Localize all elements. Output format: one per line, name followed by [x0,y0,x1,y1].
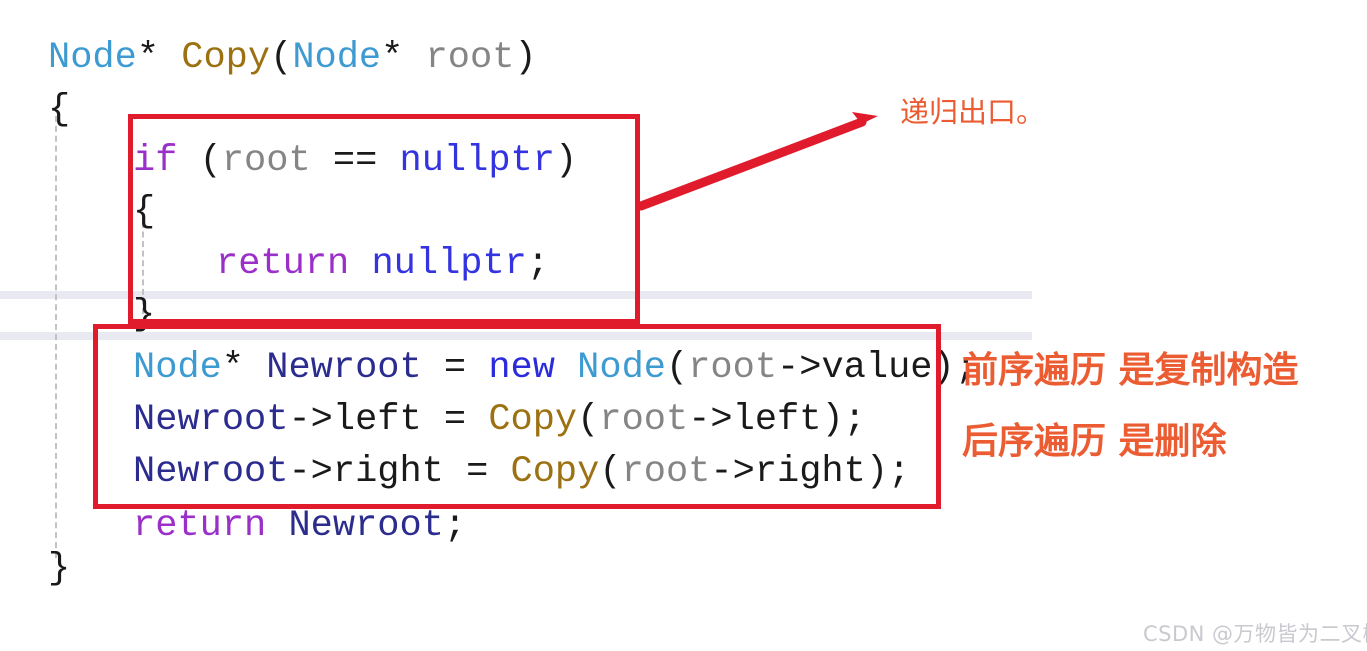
postorder-note: 后序遍历 是删除 [962,421,1227,462]
code-token: } [48,548,71,590]
code-token: return [133,505,267,547]
code-token: * [381,37,404,79]
code-token: Node [48,37,137,79]
recursion-exit-note: 递归出口。 [900,95,1046,129]
code-token: * [136,37,160,79]
code-token: { [48,89,71,131]
csdn-watermark: CSDN @万物皆为二叉树 [1143,622,1367,646]
code-token: ; [443,505,467,547]
code-token: Copy [181,37,271,79]
preorder-note: 前序遍历 是复制构造 [962,350,1299,391]
code-token: Newroot [288,505,444,547]
code-line-1: Node* Copy(Node* root) [48,40,537,77]
code-token: root [425,37,515,79]
code-line-2: { [48,92,70,129]
code-line-10: return Newroot; [133,508,466,545]
code-token: Node [292,37,382,79]
code-token: ( [270,37,293,79]
recursive-copy-annotation-box [93,324,941,509]
code-line-11: } [48,551,70,588]
base-case-annotation-box [128,114,640,324]
screenshot-canvas: Node* Copy(Node* root) { if (root == nul… [0,0,1367,651]
code-token: ) [514,37,537,79]
